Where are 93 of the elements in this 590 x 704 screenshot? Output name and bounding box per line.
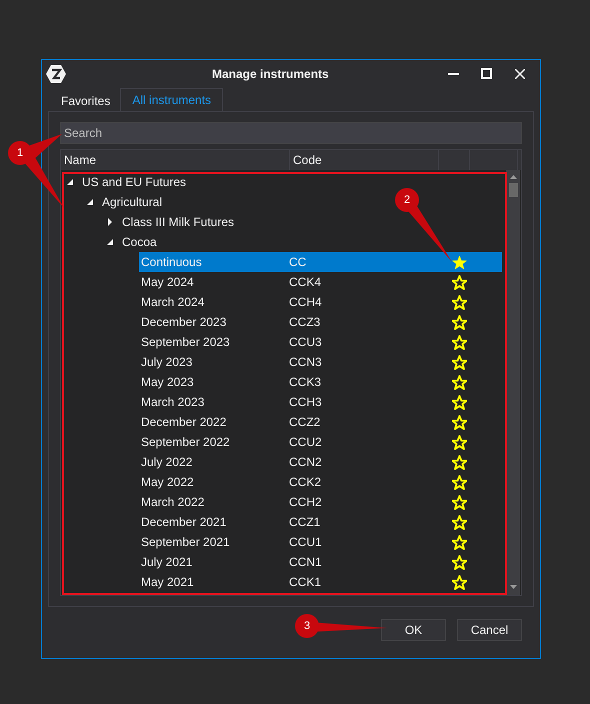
- star-icon[interactable]: [452, 534, 467, 550]
- star-icon[interactable]: [452, 554, 467, 570]
- instrument-code: CCU1: [289, 534, 323, 551]
- instrument-code: CCZ1: [289, 514, 322, 531]
- star-icon[interactable]: [452, 574, 467, 590]
- instrument-code: CCN2: [289, 454, 323, 471]
- star-icon[interactable]: [452, 434, 467, 450]
- instrument-row[interactable]: September 2022 CCU2: [139, 432, 502, 452]
- instrument-code: CCN1: [289, 554, 323, 571]
- maximize-icon: [481, 68, 492, 79]
- star-icon[interactable]: [452, 454, 467, 470]
- callout-badge: 1: [8, 141, 32, 165]
- instrument-name: May 2024: [140, 274, 195, 291]
- app-logo-icon: [46, 64, 66, 84]
- scrollbar[interactable]: [506, 170, 520, 595]
- column-header[interactable]: Name: [61, 150, 290, 170]
- instrument-row[interactable]: May 2024 CCK4: [139, 272, 502, 292]
- star-icon[interactable]: [452, 314, 467, 330]
- instrument-code: CCK1: [289, 574, 322, 591]
- instrument-row[interactable]: July 2021 CCN1: [139, 552, 502, 572]
- tree-node-label[interactable]: US and EU Futures: [82, 173, 186, 191]
- star-icon[interactable]: [452, 394, 467, 410]
- star-icon[interactable]: [452, 354, 467, 370]
- instrument-row[interactable]: May 2021 CCK1: [139, 572, 502, 592]
- tab[interactable]: Favorites: [51, 90, 120, 111]
- instrument-code: CCZ3: [289, 314, 322, 331]
- expanded-arrow-icon[interactable]: [87, 198, 93, 206]
- instrument-name: July 2022: [140, 454, 194, 471]
- tab[interactable]: All instruments: [120, 88, 224, 111]
- instrument-name: July 2021: [140, 554, 194, 571]
- dialog-button[interactable]: OK: [381, 619, 446, 641]
- star-icon[interactable]: [452, 374, 467, 390]
- window-title: Manage instruments: [212, 66, 329, 83]
- instrument-row[interactable]: May 2023 CCK3: [139, 372, 502, 392]
- instrument-row[interactable]: March 2024 CCH4: [139, 292, 502, 312]
- instrument-name: May 2021: [140, 574, 195, 591]
- instrument-row[interactable]: Continuous CC: [139, 252, 502, 272]
- instrument-code: CC: [289, 254, 308, 271]
- expanded-arrow-icon[interactable]: [107, 238, 113, 246]
- instrument-code: CCU3: [289, 334, 323, 351]
- instrument-name: December 2022: [140, 414, 228, 431]
- column-header[interactable]: Code: [290, 150, 439, 170]
- instrument-code: CCH4: [289, 294, 323, 311]
- instrument-name: September 2023: [140, 334, 231, 351]
- instrument-name: May 2023: [140, 374, 195, 391]
- scroll-down-icon: [510, 585, 516, 589]
- instrument-name: May 2022: [140, 474, 195, 491]
- search-field[interactable]: Search: [61, 123, 521, 143]
- instrument-name: March 2023: [140, 394, 206, 411]
- instrument-row[interactable]: December 2021 CCZ1: [139, 512, 502, 532]
- instrument-row[interactable]: September 2023 CCU3: [139, 332, 502, 352]
- instrument-row[interactable]: July 2022 CCN2: [139, 452, 502, 472]
- star-icon[interactable]: [452, 334, 467, 350]
- star-icon[interactable]: [452, 274, 467, 290]
- minimize-icon: [448, 72, 459, 74]
- instrument-row[interactable]: July 2023 CCN3: [139, 352, 502, 372]
- instrument-code: CCK2: [289, 474, 322, 491]
- star-icon[interactable]: [452, 294, 467, 310]
- instrument-row[interactable]: May 2022 CCK2: [139, 472, 502, 492]
- star-icon[interactable]: [452, 254, 467, 270]
- tree-node-label[interactable]: Agricultural: [102, 193, 162, 211]
- instrument-row[interactable]: September 2021 CCU1: [139, 532, 502, 552]
- instrument-name: September 2022: [140, 434, 231, 451]
- instrument-code: CCK3: [289, 374, 322, 391]
- instrument-name: March 2024: [140, 294, 206, 311]
- instrument-code: CCN3: [289, 354, 323, 371]
- instrument-row[interactable]: December 2022 CCZ2: [139, 412, 502, 432]
- instrument-name: July 2023: [140, 354, 194, 371]
- instrument-name: Continuous: [140, 254, 203, 271]
- instrument-row[interactable]: March 2022 CCH2: [139, 492, 502, 512]
- dialog-button[interactable]: Cancel: [457, 619, 522, 641]
- instrument-code: CCK4: [289, 274, 322, 291]
- tree-node-label[interactable]: Class III Milk Futures: [122, 213, 234, 231]
- star-icon[interactable]: [452, 514, 467, 530]
- instrument-name: September 2021: [140, 534, 231, 551]
- instrument-name: December 2021: [140, 514, 228, 531]
- expanded-arrow-icon[interactable]: [67, 178, 73, 186]
- star-icon[interactable]: [452, 414, 467, 430]
- collapsed-arrow-icon[interactable]: [107, 218, 113, 226]
- instrument-code: CCU2: [289, 434, 323, 451]
- scroll-up-icon: [510, 175, 516, 179]
- instrument-code: CCH3: [289, 394, 323, 411]
- instrument-code: CCH2: [289, 494, 323, 511]
- star-icon[interactable]: [452, 494, 467, 510]
- instrument-row[interactable]: March 2023 CCH3: [139, 392, 502, 412]
- star-icon[interactable]: [452, 474, 467, 490]
- close-icon: [514, 68, 524, 78]
- instrument-row[interactable]: December 2023 CCZ3: [139, 312, 502, 332]
- instrument-name: December 2023: [140, 314, 228, 331]
- instrument-name: March 2022: [140, 494, 206, 511]
- instrument-code: CCZ2: [289, 414, 322, 431]
- tree-node-label[interactable]: Cocoa: [122, 233, 157, 251]
- scrollbar-thumb[interactable]: [508, 183, 518, 197]
